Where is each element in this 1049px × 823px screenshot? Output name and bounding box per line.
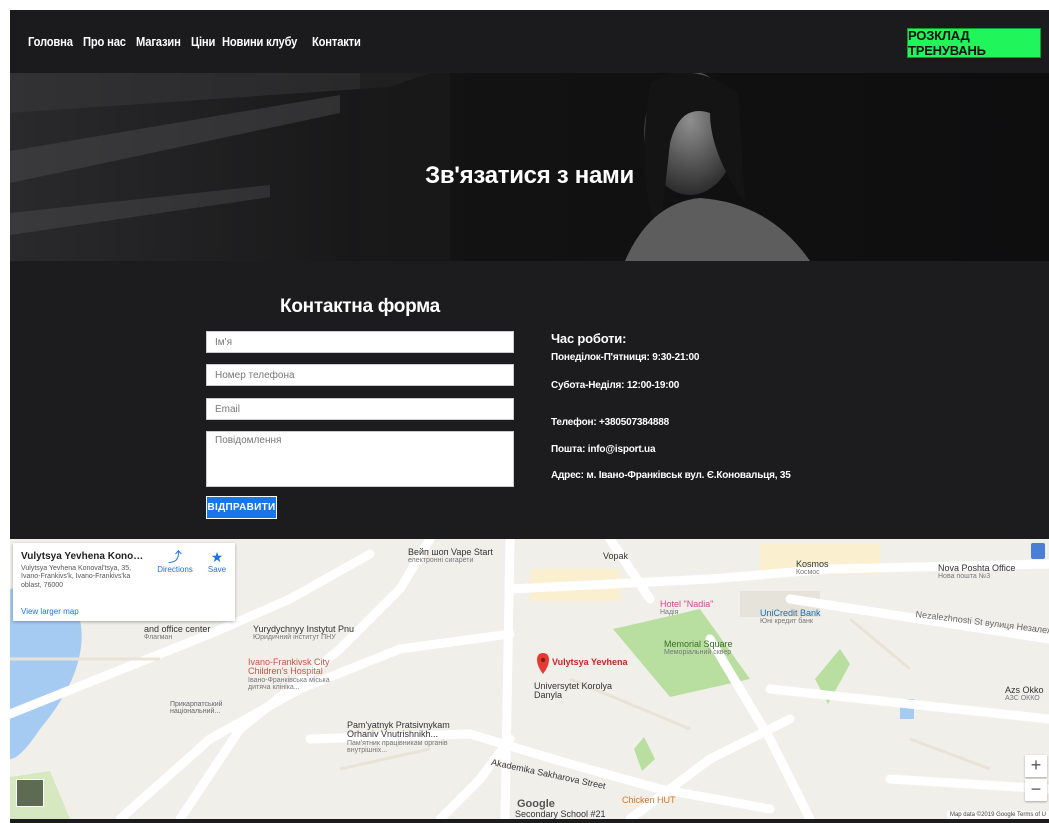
nav-links: Головна Про нас Магазин Ціни Новини клуб… [28,34,364,49]
map-label-yurydych: Yurydychnyy Instytut Pnu Юридичний інстит… [253,624,355,642]
phone-text: Телефон: +380507384888 [551,417,670,428]
page-bottom-edge [10,819,1049,823]
satellite-toggle[interactable] [16,779,44,807]
map-label-azs: Azs Okko АЗС ОККО [1005,685,1044,703]
nav-about[interactable]: Про нас [83,34,126,49]
map-label-hotel: Hotel "Nadia" Надія [660,599,714,617]
place-title: Vulytsya Yevhena Konoval'tsy... [21,551,146,562]
zoom-out-button[interactable]: − [1025,779,1047,801]
map-label-vape: Вейп шоп Vape Start електронні сигарети [408,547,493,565]
hours-weekdays: Понеділок-П'ятниця: 9:30-21:00 [551,352,700,363]
map-label-memorial: Memorial Square Меморіальний сквер [664,639,733,657]
email-text: Пошта: info@isport.ua [551,444,656,455]
map-pin-label: Vulytsya Yevhena [552,657,628,667]
place-address: Vulytsya Yevhena Konoval'tsya, 35, Ivano… [21,565,132,589]
nav-prices[interactable]: Ціни [191,34,215,49]
phone-input[interactable] [206,364,514,386]
view-larger-map-link[interactable]: View larger map [21,607,79,616]
address-text: Адрес: м. Івано-Франківськ вул. Є.Конова… [551,470,791,481]
directions-icon: ⤴ [168,549,182,565]
star-icon: ★ [210,549,224,565]
map-label-kosmos: Kosmos Космос [796,559,829,577]
map-label-carpathian: Прикарпатський національний... [170,701,223,716]
map-label-hospital: Ivano-Frankivsk City Children's Hospital… [248,657,330,692]
submit-button[interactable]: ВІДПРАВИТИ [206,496,277,519]
email-input[interactable] [206,398,514,420]
nav-news[interactable]: Новини клубу [222,34,297,49]
hero-banner: Зв'язатися з нами [10,73,1049,261]
map-label-nova-poshta: Nova Poshta Office Нова пошта №3 [938,563,1016,581]
page: Головна Про нас Магазин Ціни Новини клуб… [10,10,1049,823]
nav-home[interactable]: Головна [28,34,73,49]
map-label-unicredit: UniCredit Bank Юні кредит банк [760,608,821,626]
map-label-university: Universytet Korolya Danyla [534,681,613,701]
street-view-icon[interactable] [1031,543,1045,559]
map-label-monument: Pam'yatnyk Pratsivnykam Orhaniv Vnutrish… [347,720,450,755]
form-title: Контактна форма [280,296,440,317]
map-attribution[interactable]: Map data ©2019 Google Terms of U [946,811,1049,819]
google-logo: Google [517,798,555,810]
nav-contacts[interactable]: Контакти [312,34,361,49]
top-navigation: Головна Про нас Магазин Ціни Новини клуб… [10,10,1049,73]
hero-title: Зв'язатися з нами [425,162,634,189]
contact-section: Контактна форма ВІДПРАВИТИ Час роботи: П… [10,261,1049,539]
directions-button[interactable]: ⤴ Directions [155,549,195,574]
map-label-school: Secondary School #21 [515,809,606,819]
message-input[interactable] [206,431,514,487]
google-map[interactable]: Вейп шоп Vape Start електронні сигарети V… [10,539,1049,819]
hours-heading: Час роботи: [551,331,627,346]
zoom-in-button[interactable]: + [1025,755,1047,777]
name-input[interactable] [206,331,514,353]
save-button[interactable]: ★ Save [202,549,232,574]
schedule-button[interactable]: РОЗКЛАД ТРЕНУВАНЬ [907,28,1041,58]
map-label-vopak: Vopak [603,551,629,561]
map-label-chicken-hut: Chicken HUT [622,795,676,805]
nav-shop[interactable]: Магазин [136,34,181,49]
hours-weekend: Субота-Неділя: 12:00-19:00 [551,380,680,391]
place-info-card: Vulytsya Yevhena Konoval'tsy... Vulytsya… [13,543,235,621]
map-label-office-center: and office center Флагман [144,624,211,642]
